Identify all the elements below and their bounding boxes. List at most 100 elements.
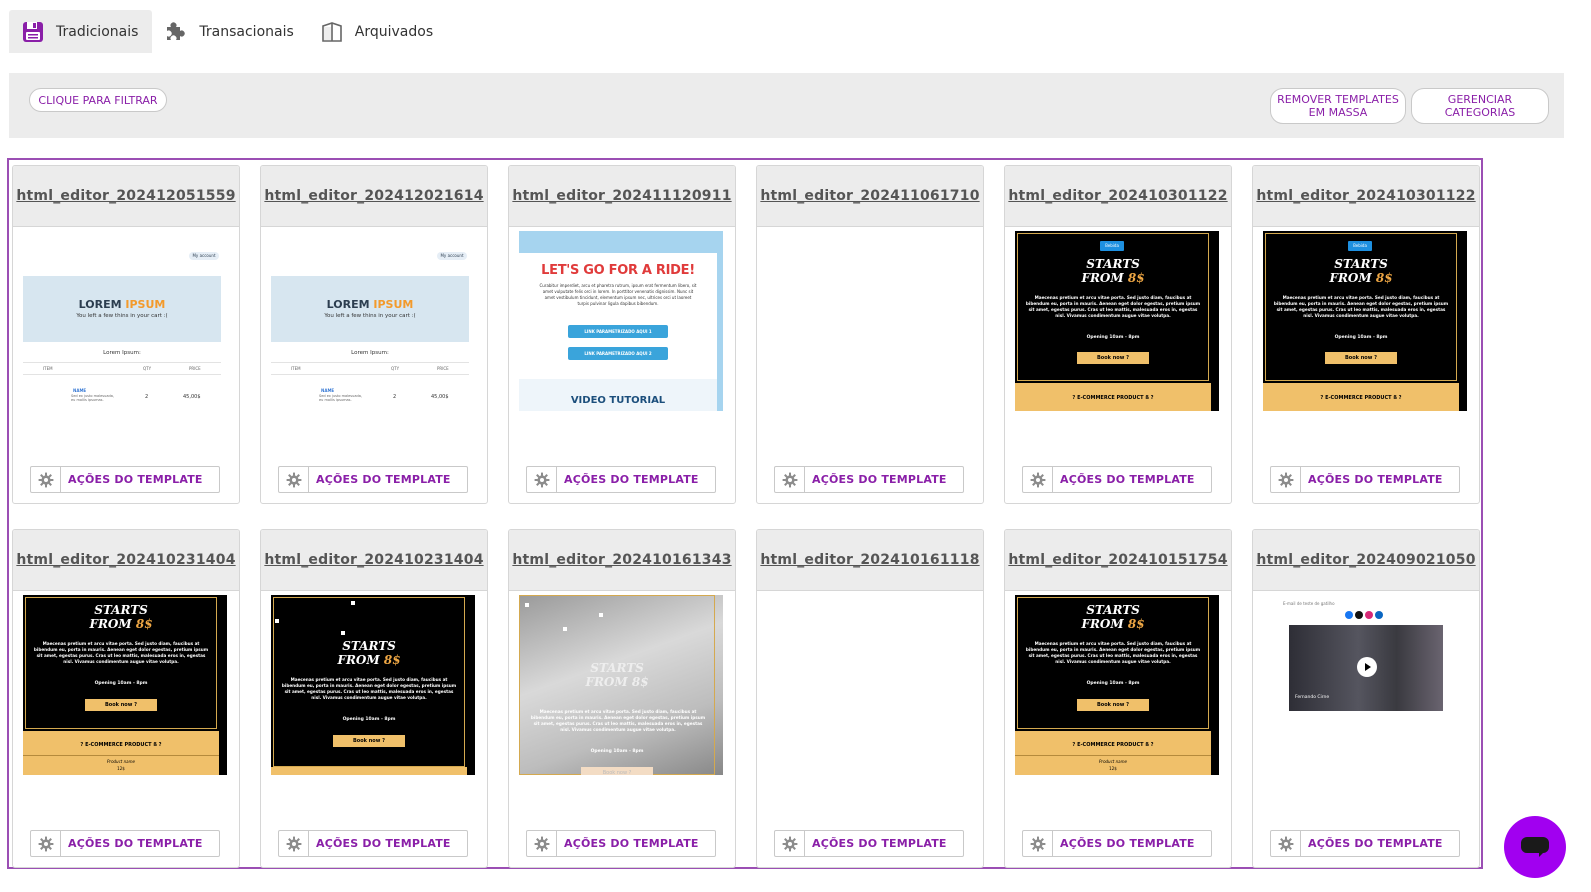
template-card: html_editor_202411120911 LET'S GO FOR A R…: [508, 165, 736, 504]
video-preview: Fernando Cirne: [1289, 625, 1443, 711]
thumb-divider: [23, 374, 221, 375]
thumb-text: My account: [437, 252, 467, 260]
manage-categories-button[interactable]: GERENCIAR CATEGORIAS: [1411, 88, 1549, 124]
template-name-link[interactable]: html_editor_202410301122: [1256, 188, 1475, 204]
thumb-divider: [271, 362, 469, 363]
archive-icon: [320, 20, 344, 44]
chat-widget-button[interactable]: [1504, 816, 1566, 878]
template-card-header: html_editor_202410301122: [1005, 166, 1231, 227]
gear-icon: [31, 831, 61, 856]
thumb-divider: [271, 374, 469, 375]
thumb-headline: STARTS FROM 8$: [1263, 257, 1459, 285]
thumb-text: Lorem Ipsum:: [103, 350, 141, 356]
thumb-text: Maecenas pretium et arcu vitae porta. Se…: [33, 641, 209, 664]
social-icons: [1345, 611, 1383, 619]
template-card-header: html_editor_202410161118: [757, 530, 983, 591]
template-name-link[interactable]: html_editor_202410231404: [16, 552, 235, 568]
tab-arquivados[interactable]: Arquivados: [308, 10, 447, 53]
template-actions-button[interactable]: AÇÕES DO TEMPLATE: [526, 830, 716, 857]
gear-icon: [527, 831, 557, 856]
thumb-text: STARTS: [590, 661, 644, 675]
template-actions-button[interactable]: AÇÕES DO TEMPLATE: [1270, 830, 1460, 857]
template-actions-button[interactable]: AÇÕES DO TEMPLATE: [278, 830, 468, 857]
thumb-text: Maecenas pretium et arcu vitae porta. Se…: [530, 709, 706, 732]
broken-image-icon: [351, 601, 355, 605]
template-name-link[interactable]: html_editor_202411061710: [760, 188, 979, 204]
template-actions-button[interactable]: AÇÕES DO TEMPLATE: [30, 830, 220, 857]
thumb-text: FROM: [1081, 271, 1128, 285]
broken-image-icon: [599, 613, 603, 617]
filter-toolbar: CLIQUE PARA FILTRAR REMOVER TEMPLATES EM…: [9, 73, 1564, 138]
templates-grid: html_editor_202412051559 My account LOREM …: [7, 158, 1483, 869]
chat-bubble-icon: [1521, 837, 1549, 857]
template-name-link[interactable]: html_editor_202410151754: [1008, 552, 1227, 568]
thumb-text: Curabitur imperdiet, arcu et pharetra ru…: [539, 283, 697, 306]
thumb-book-button: Book now ?: [1325, 352, 1397, 364]
thumb-text: FROM: [89, 617, 136, 631]
gear-icon: [1023, 467, 1053, 492]
bulk-remove-button[interactable]: REMOVER TEMPLATES EM MASSA: [1270, 88, 1406, 124]
thumb-text: FROM: [1081, 617, 1128, 631]
thumb-link-button: LINK PARAMETRIZADO AQUI 1: [568, 325, 668, 338]
template-actions-button[interactable]: AÇÕES DO TEMPLATE: [1270, 466, 1460, 493]
template-actions-label: AÇÕES DO TEMPLATE: [68, 473, 203, 486]
template-actions-button[interactable]: AÇÕES DO TEMPLATE: [526, 466, 716, 493]
thumb-text: STARTS: [1334, 257, 1388, 271]
thumb-headline: STARTS FROM 8$: [519, 661, 715, 689]
template-name-link[interactable]: html_editor_202412051559: [16, 188, 235, 204]
thumb-text: 2: [393, 394, 397, 400]
thumb-text: Maecenas pretium et arcu vitae porta. Se…: [1025, 295, 1201, 318]
thumb-headline: STARTS FROM 8$: [23, 603, 219, 631]
broken-image-icon: [525, 603, 529, 607]
template-name-link[interactable]: html_editor_202410301122: [1008, 188, 1227, 204]
thumb-text: 8$: [1375, 271, 1393, 285]
thumb-text: NAME: [321, 388, 335, 393]
thumb-headline: STARTS FROM 8$: [271, 639, 467, 667]
template-card-header: html_editor_202410231404: [261, 530, 487, 591]
x-icon: [1355, 611, 1363, 619]
thumb-divider: [23, 362, 221, 363]
template-name-link[interactable]: html_editor_202410231404: [264, 552, 483, 568]
template-name-link[interactable]: html_editor_202410161343: [512, 552, 731, 568]
thumb-text: My account: [189, 252, 219, 260]
thumb-footer: [271, 767, 467, 775]
template-card-header: html_editor_202410161343: [509, 530, 735, 591]
thumb-text: 12$: [117, 766, 125, 771]
template-card-header: html_editor_202410301122: [1253, 166, 1479, 227]
filter-button[interactable]: CLIQUE PARA FILTRAR: [29, 88, 167, 112]
template-thumbnail: LET'S GO FOR A RIDE! Curabitur imperdiet,…: [519, 231, 723, 411]
thumb-text: FROM: [1329, 271, 1376, 285]
template-thumbnail: STARTS FROM 8$ Maecenas pretium et arcu vi…: [519, 595, 723, 775]
thumb-text: QTY: [391, 366, 400, 371]
thumb-text: 45,00$: [431, 394, 449, 400]
template-actions-button[interactable]: AÇÕES DO TEMPLATE: [774, 466, 964, 493]
template-name-link[interactable]: html_editor_202412021614: [264, 188, 483, 204]
thumb-text: Product name: [107, 759, 135, 764]
thumb-text: LET'S GO FOR A RIDE!: [541, 263, 695, 278]
template-name-link[interactable]: html_editor_202409021050: [1256, 552, 1475, 568]
instagram-icon: [1365, 611, 1373, 619]
template-actions-button[interactable]: AÇÕES DO TEMPLATE: [278, 466, 468, 493]
template-actions-button[interactable]: AÇÕES DO TEMPLATE: [774, 830, 964, 857]
gear-icon: [1271, 831, 1301, 856]
broken-image-icon: [341, 631, 345, 635]
thumb-text: 8$: [383, 653, 401, 667]
tab-transacionais[interactable]: Transacionais: [152, 10, 307, 53]
template-actions-button[interactable]: AÇÕES DO TEMPLATE: [30, 466, 220, 493]
template-thumbnail: STARTS FROM 8$ Maecenas pretium et arcu vi…: [23, 595, 227, 775]
thumb-text: Opening 10am - 8pm: [94, 681, 148, 686]
thumb-tag: Bebida: [1100, 241, 1124, 251]
template-actions-button[interactable]: AÇÕES DO TEMPLATE: [1022, 830, 1212, 857]
gear-icon: [775, 467, 805, 492]
thumb-text: LOREM: [78, 298, 126, 311]
template-card: html_editor_202410301122 Bebida STARTS FROM…: [1252, 165, 1480, 504]
thumb-text: FROM: [585, 675, 632, 689]
tab-tradicionais[interactable]: Tradicionais: [9, 10, 153, 53]
template-actions-button[interactable]: AÇÕES DO TEMPLATE: [1022, 466, 1212, 493]
thumb-text: Opening 10am - 8pm: [1086, 681, 1140, 686]
template-name-link[interactable]: html_editor_202410161118: [760, 552, 979, 568]
template-actions-label: AÇÕES DO TEMPLATE: [564, 473, 699, 486]
thumb-text: Maecenas pretium et arcu vitae porta. Se…: [1273, 295, 1449, 318]
tab-label: Arquivados: [354, 23, 434, 40]
template-name-link[interactable]: html_editor_202411120911: [512, 188, 731, 204]
